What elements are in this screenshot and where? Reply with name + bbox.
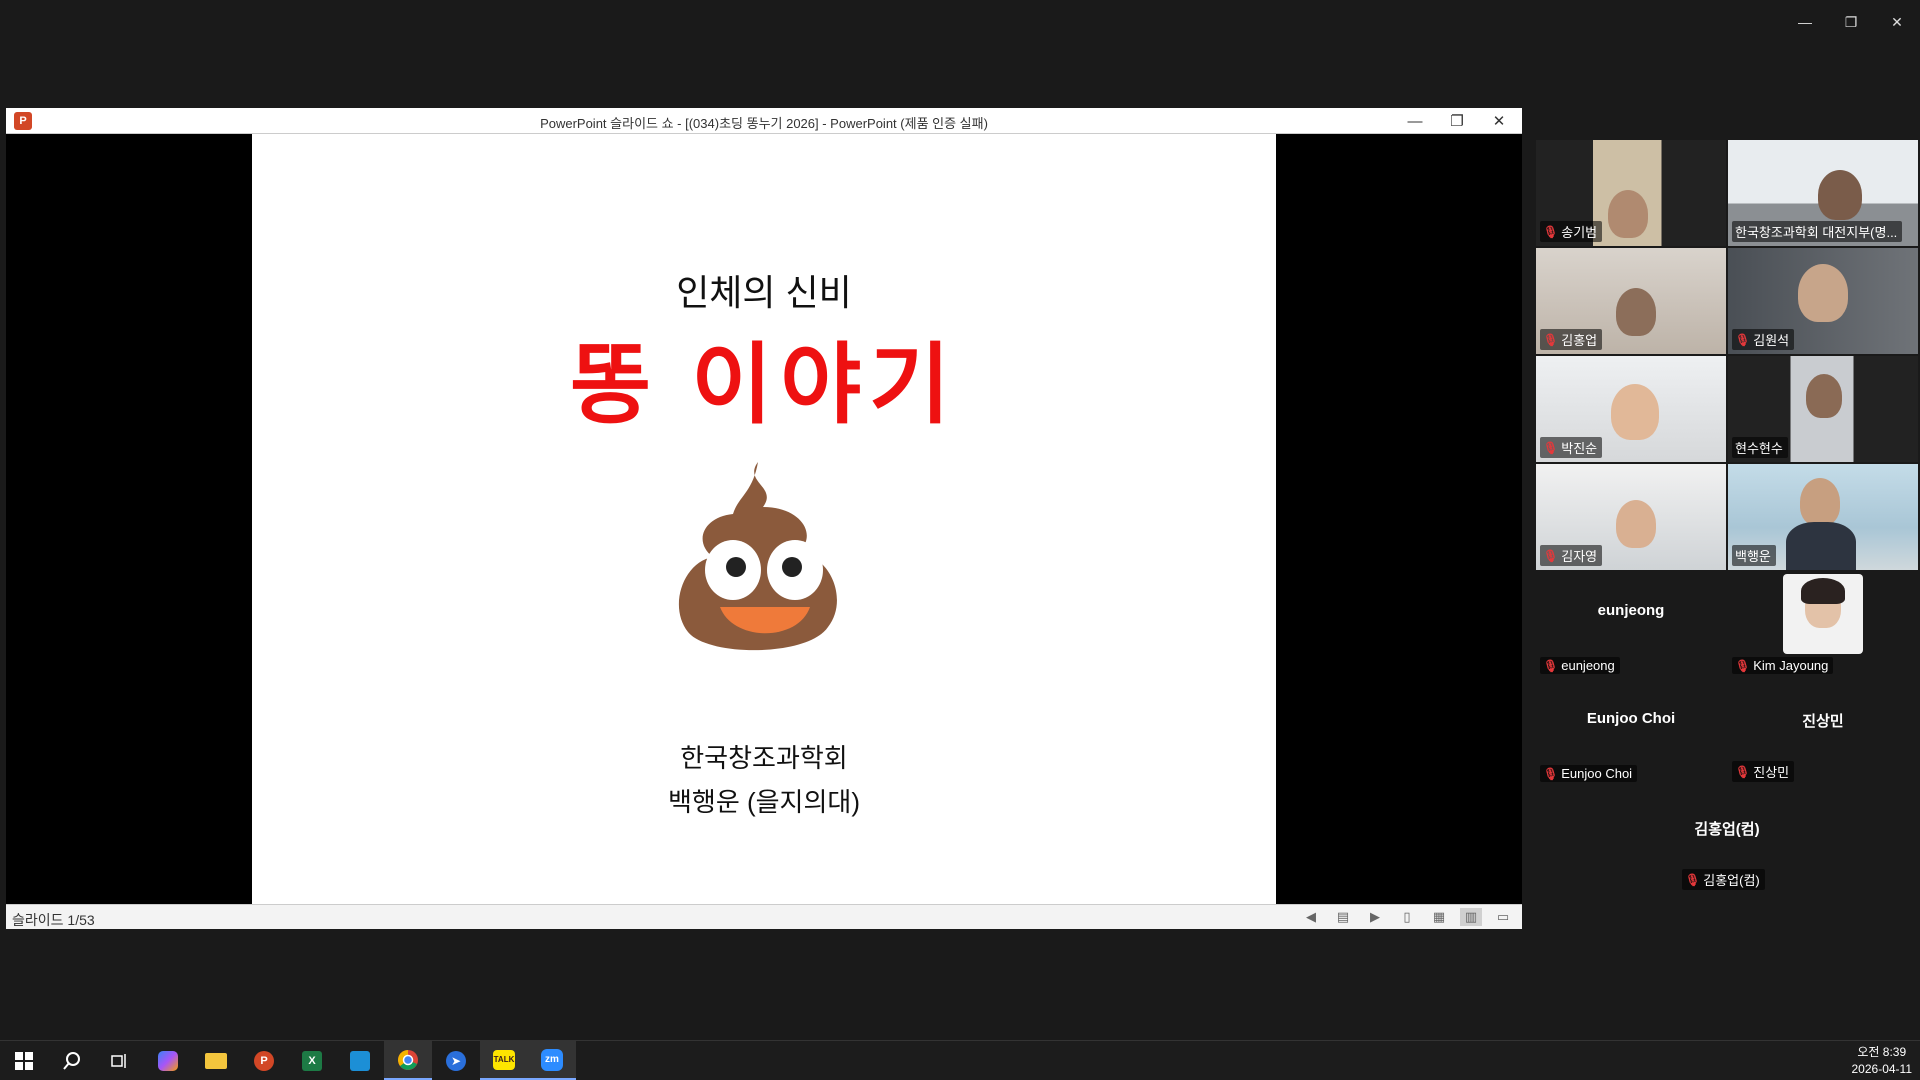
statusbar-icons: ◀ ▤ ▶ ▯ ▦ ▥ ▭	[1300, 908, 1514, 926]
participant-tile[interactable]: eunjeong 🎙 eunjeong	[1536, 572, 1726, 678]
participant-name: 🎙 박진순	[1540, 437, 1603, 458]
poop-emoji-icon	[678, 462, 837, 651]
participant-tile-active-speaker[interactable]: 백행운	[1728, 464, 1918, 570]
menu-icon[interactable]: ▤	[1332, 908, 1354, 926]
ppt-close-button[interactable]: ✕	[1478, 108, 1520, 134]
powerpoint-window: P PowerPoint 슬라이드 쇼 - [(034)초딩 똥누기 2026]…	[6, 108, 1522, 929]
slide-subtitle: 인체의 신비	[676, 272, 852, 313]
chrome-icon[interactable]	[384, 1041, 432, 1080]
windows-taskbar: P X ➤ TALK zm 오전 8:39 2026-04-11	[0, 1040, 1920, 1080]
participant-tile[interactable]: 🎙 Kim Jayoung	[1728, 572, 1918, 678]
participant-tile[interactable]: 🎙 김홍업	[1536, 248, 1726, 354]
slide-title: 똥 이야기	[569, 335, 959, 434]
participant-name: 🎙 김홍업(컴)	[1682, 869, 1765, 890]
reading-view-icon[interactable]: ▥	[1460, 908, 1482, 926]
mic-muted-icon: 🎙	[1543, 658, 1559, 673]
avatar	[1783, 574, 1863, 654]
participant-tile[interactable]: 🎙 김자영	[1536, 464, 1726, 570]
slideshow-icon[interactable]: ▭	[1492, 908, 1514, 926]
powerpoint-icon[interactable]: P	[240, 1041, 288, 1080]
ppt-statusbar: 슬라이드 1/53 ◀ ▤ ▶ ▯ ▦ ▥ ▭	[6, 904, 1522, 929]
restore-button[interactable]: ❐	[1828, 8, 1874, 36]
ppt-restore-button[interactable]: ❐	[1436, 108, 1478, 134]
participant-tile[interactable]: 현수현수	[1728, 356, 1918, 462]
participant-tile[interactable]: 🎙 송기범	[1536, 140, 1726, 246]
participant-tile[interactable]: 🎙 김원석	[1728, 248, 1918, 354]
participant-name: 🎙 김자영	[1540, 545, 1603, 566]
zoom-window-controls: — ❐ ✕	[1782, 8, 1920, 36]
slide-sorter-icon[interactable]: ▦	[1428, 908, 1450, 926]
ppt-minimize-button[interactable]: —	[1394, 108, 1436, 134]
participant-tile[interactable]: 김홍업(컴) 🎙 김홍업(컴)	[1632, 788, 1822, 894]
previous-icon[interactable]: ◀	[1300, 908, 1322, 926]
participant-tile[interactable]: 🎙 박진순	[1536, 356, 1726, 462]
participant-name: 🎙 김원석	[1732, 329, 1795, 350]
mic-muted-icon: 🎙	[1735, 332, 1751, 347]
participant-name: 🎙 진상민	[1732, 761, 1795, 782]
participant-tile[interactable]: 진상민 🎙 진상민	[1728, 680, 1918, 786]
mic-muted-icon: 🎙	[1735, 658, 1751, 673]
clock-date: 2026-04-11	[1851, 1062, 1913, 1076]
participant-name: 백행운	[1732, 545, 1776, 566]
copilot-icon[interactable]	[144, 1041, 192, 1080]
participant-display-name: eunjeong	[1597, 602, 1665, 619]
participant-name: 🎙 eunjeong	[1540, 657, 1620, 674]
file-explorer-icon[interactable]	[192, 1041, 240, 1080]
participant-display-name: 진상민	[1802, 713, 1844, 730]
close-button[interactable]: ✕	[1874, 8, 1920, 36]
slide-area[interactable]: 인체의 신비 똥 이야기 한국창조과학회 백행운 (을지의대)	[6, 134, 1522, 904]
mic-muted-icon: 🎙	[1543, 332, 1559, 347]
system-clock[interactable]: 오전 8:39 2026-04-11	[1852, 1044, 1913, 1078]
zoom-icon[interactable]: zm	[528, 1041, 576, 1080]
clock-time: 오전 8:39	[1857, 1045, 1907, 1059]
participant-name: 🎙 송기범	[1540, 221, 1603, 242]
mic-muted-icon: 🎙	[1543, 548, 1559, 563]
ppt-titlebar: P PowerPoint 슬라이드 쇼 - [(034)초딩 똥누기 2026]…	[6, 108, 1522, 134]
participant-name: 🎙 김홍업	[1540, 329, 1603, 350]
task-view-icon[interactable]	[96, 1041, 144, 1080]
mic-muted-icon: 🎙	[1685, 872, 1701, 887]
slide-organization: 한국창조과학회	[680, 743, 848, 773]
participant-display-name: Eunjoo Choi	[1586, 710, 1676, 727]
slide-author: 백행운 (을지의대)	[668, 787, 860, 817]
next-icon[interactable]: ▶	[1364, 908, 1386, 926]
minimize-button[interactable]: —	[1782, 8, 1828, 36]
participant-tile[interactable]: 한국창조과학회 대전지부(명...	[1728, 140, 1918, 246]
windows-start-icon[interactable]	[0, 1041, 48, 1080]
normal-view-icon[interactable]: ▯	[1396, 908, 1418, 926]
slide-counter: 슬라이드 1/53	[12, 912, 95, 928]
mic-muted-icon: 🎙	[1735, 764, 1751, 779]
participant-tile[interactable]: Eunjoo Choi 🎙 Eunjoo Choi	[1536, 680, 1726, 786]
mic-muted-icon: 🎙	[1543, 766, 1559, 781]
kakaotalk-icon[interactable]: TALK	[480, 1041, 528, 1080]
search-icon[interactable]	[48, 1041, 96, 1080]
participant-name: 🎙 Kim Jayoung	[1732, 657, 1834, 674]
mic-muted-icon: 🎙	[1543, 440, 1559, 455]
mic-muted-icon: 🎙	[1543, 224, 1559, 239]
participant-name: 한국창조과학회 대전지부(명...	[1732, 221, 1903, 242]
excel-icon[interactable]: X	[288, 1041, 336, 1080]
ppt-window-title: PowerPoint 슬라이드 쇼 - [(034)초딩 똥누기 2026] -…	[540, 116, 988, 131]
slide[interactable]: 인체의 신비 똥 이야기 한국창조과학회 백행운 (을지의대)	[252, 134, 1276, 904]
app-arrow-icon[interactable]: ➤	[432, 1041, 480, 1080]
participant-display-name: 김홍업(컴)	[1694, 821, 1760, 838]
app-blue-icon[interactable]	[336, 1041, 384, 1080]
participant-name: 🎙 Eunjoo Choi	[1540, 765, 1638, 782]
participant-name: 현수현수	[1732, 437, 1788, 458]
